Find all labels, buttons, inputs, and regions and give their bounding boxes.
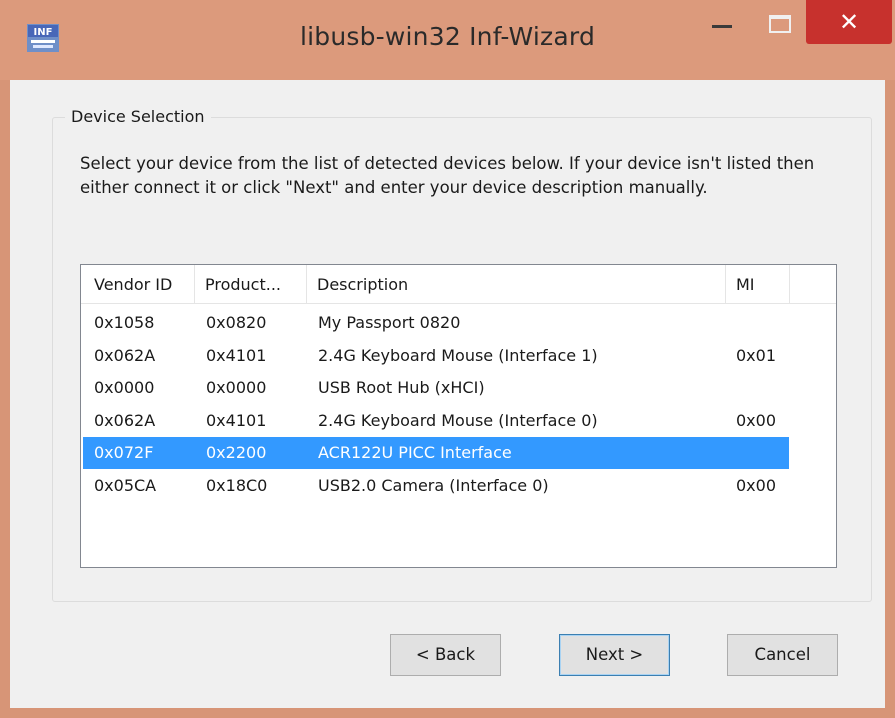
cell-mi: 0x00 (736, 475, 777, 495)
column-divider[interactable] (306, 265, 307, 303)
cell-vendor-id: 0x1058 (94, 313, 155, 332)
wizard-window: INF libusb-win32 Inf-Wizard ✕ Device Sel… (0, 0, 895, 718)
maximize-icon (769, 15, 791, 33)
minimize-button[interactable] (700, 0, 744, 48)
maximize-button[interactable] (758, 0, 802, 48)
cancel-button[interactable]: Cancel (727, 634, 838, 676)
cell-vendor-id: 0x062A (94, 345, 156, 365)
cell-vendor-id: 0x072F (94, 443, 154, 462)
cell-description: ACR122U PICC Interface (318, 443, 512, 462)
column-divider[interactable] (789, 265, 790, 303)
dialog-client-area: Device Selection Select your device from… (10, 80, 885, 708)
cell-vendor-id: 0x0000 (94, 378, 155, 397)
next-button[interactable]: Next > (559, 634, 670, 676)
cell-mi: 0x00 (736, 410, 777, 430)
column-header-description[interactable]: Description (317, 265, 717, 303)
cell-vendor-id: 0x062A (94, 410, 156, 430)
cell-description: 2.4G Keyboard Mouse (Interface 0) (318, 410, 598, 430)
cell-product-id: 0x4101 (206, 410, 267, 430)
column-divider[interactable] (725, 265, 726, 303)
cell-product-id: 0x18C0 (206, 475, 268, 495)
table-row[interactable]: 0x0000 0x0000 USB Root Hub (xHCI) (83, 372, 789, 404)
table-row[interactable]: 0x062A 0x4101 2.4G Keyboard Mouse (Interfa… (83, 340, 789, 372)
cell-description: My Passport 0820 (318, 313, 461, 332)
cell-mi: 0x01 (736, 345, 777, 365)
title-bar[interactable]: INF libusb-win32 Inf-Wizard ✕ (0, 0, 895, 80)
cell-description: USB Root Hub (xHCI) (318, 378, 485, 397)
minimize-icon (712, 24, 732, 28)
table-row[interactable]: 0x072F 0x2200 ACR122U PICC Interface (83, 437, 789, 469)
device-list[interactable]: Vendor ID Product... Description MI 0x10… (80, 264, 837, 568)
cell-description: USB2.0 Camera (Interface 0) (318, 475, 549, 495)
column-header-product-id[interactable]: Product... (205, 265, 305, 303)
cell-product-id: 0x2200 (206, 443, 267, 462)
column-header-vendor-id[interactable]: Vendor ID (94, 265, 194, 303)
back-button[interactable]: < Back (390, 634, 501, 676)
table-row[interactable]: 0x062A 0x4101 2.4G Keyboard Mouse (Interfa… (83, 405, 789, 437)
close-button[interactable]: ✕ (806, 0, 892, 44)
column-divider[interactable] (194, 265, 195, 303)
close-icon: ✕ (838, 8, 860, 36)
cell-product-id: 0x0820 (206, 313, 267, 332)
cell-product-id: 0x0000 (206, 378, 267, 397)
cell-product-id: 0x4101 (206, 345, 267, 365)
instructions-text: Select your device from the list of dete… (80, 154, 815, 197)
group-label: Device Selection (65, 107, 211, 126)
list-header: Vendor ID Product... Description MI (81, 265, 836, 304)
table-row[interactable]: 0x05CA 0x18C0 USB2.0 Camera (Interface 0) 0… (83, 470, 789, 502)
cell-vendor-id: 0x05CA (94, 475, 157, 495)
column-header-mi[interactable]: MI (736, 265, 786, 303)
cell-description: 2.4G Keyboard Mouse (Interface 1) (318, 345, 598, 365)
table-row[interactable]: 0x1058 0x0820 My Passport 0820 (83, 307, 789, 339)
